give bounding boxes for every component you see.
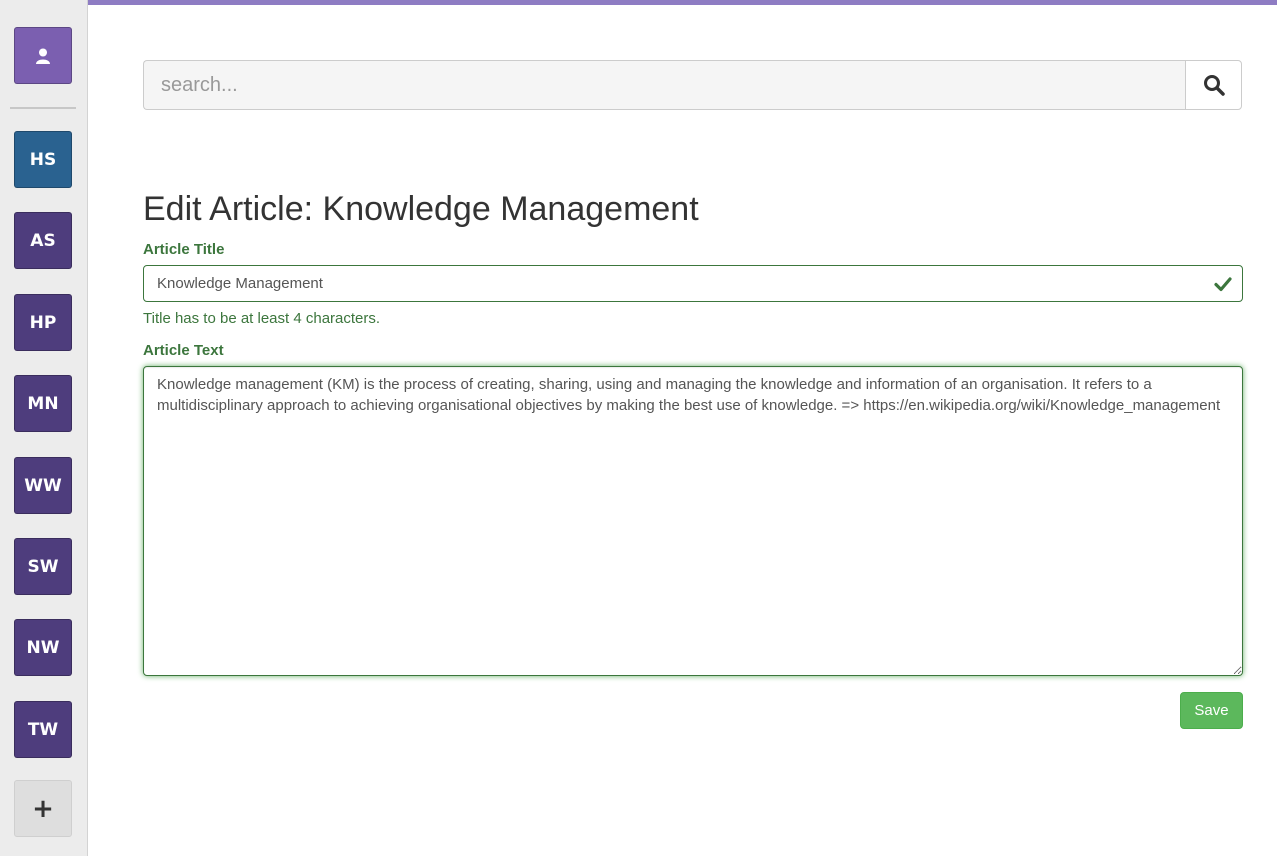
add-button[interactable]: + [14,780,72,837]
user-icon [36,48,50,64]
sidebar-divider [10,107,76,109]
article-text-label: Article Text [143,342,224,359]
sidebar-item-ww[interactable]: WW [14,457,72,514]
top-accent-bar [88,0,1277,5]
save-button[interactable]: Save [1180,692,1243,729]
sidebar-item-sw[interactable]: SW [14,538,72,595]
sidebar-item-hp[interactable]: HP [14,294,72,351]
search-button[interactable] [1185,60,1242,110]
sidebar-item-tw[interactable]: TW [14,701,72,758]
sidebar: HS AS HP MN WW SW NW TW + [0,0,88,856]
sidebar-item-as[interactable]: AS [14,212,72,269]
article-text-input[interactable]: Knowledge management (KM) is the process… [143,366,1243,676]
sidebar-item-hs[interactable]: HS [14,131,72,188]
page-title: Edit Article: Knowledge Management [143,190,699,228]
title-help-text: Title has to be at least 4 characters. [143,310,381,327]
article-title-input[interactable] [143,265,1243,302]
sidebar-item-mn[interactable]: MN [14,375,72,432]
check-icon [1214,277,1232,292]
search-input[interactable] [143,60,1185,110]
article-title-label: Article Title [143,241,225,258]
search-icon [1203,75,1225,96]
search-bar [143,60,1242,110]
user-button[interactable] [14,27,72,84]
sidebar-item-nw[interactable]: NW [14,619,72,676]
